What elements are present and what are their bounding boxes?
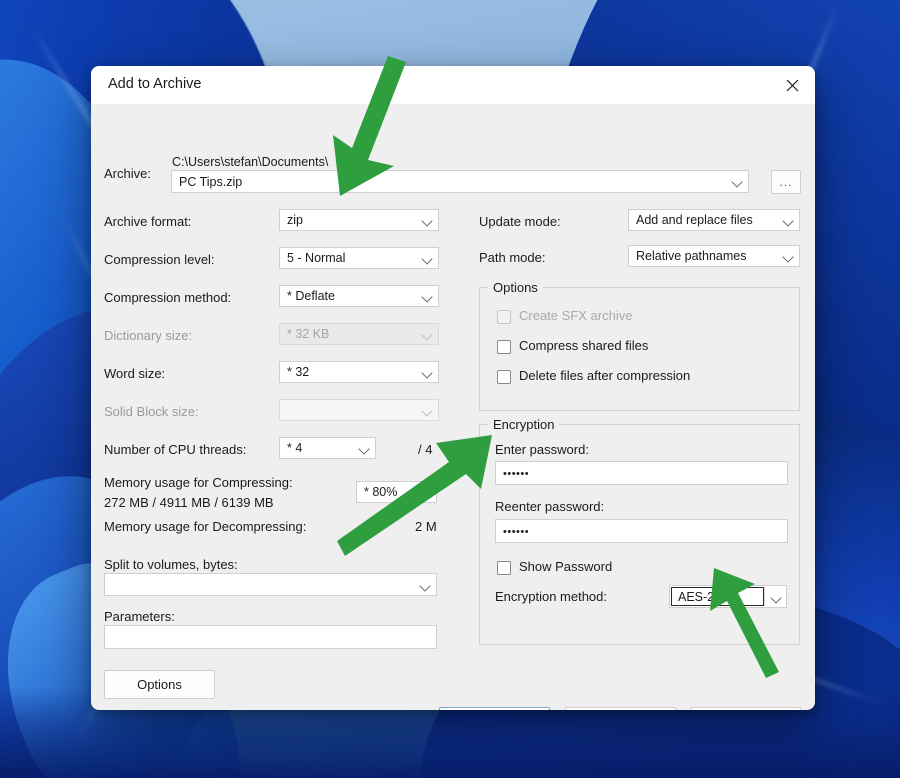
chevron-down-icon [782,215,793,226]
enter-password-value: •••••• [503,468,529,480]
solid-block-size-combo [279,399,439,421]
chevron-down-icon [421,329,432,340]
memory-decompress-label: Memory usage for Decompressing: [104,519,306,534]
compression-method-value: * Deflate [287,289,335,303]
show-password-checkbox[interactable] [497,561,511,575]
delete-after-checkbox[interactable] [497,370,511,384]
reenter-password-input[interactable]: •••••• [495,519,788,543]
chevron-down-icon [421,367,432,378]
dictionary-size-label: Dictionary size: [104,328,192,343]
cpu-threads-value: * 4 [287,441,302,455]
archive-label: Archive: [104,166,151,181]
ok-button[interactable]: OK [439,707,550,710]
cpu-threads-combo[interactable]: * 4 [279,437,376,459]
compress-shared-label: Compress shared files [519,338,648,353]
help-button[interactable]: Help [690,707,801,710]
encryption-method-label: Encryption method: [495,589,607,604]
options-button[interactable]: Options [104,670,215,699]
enter-password-label: Enter password: [495,442,589,457]
path-mode-combo[interactable]: Relative pathnames [628,245,800,267]
solid-block-size-label: Solid Block size: [104,404,199,419]
memory-percent-combo[interactable]: * 80% [356,481,437,503]
chevron-down-icon [421,405,432,416]
compression-level-combo[interactable]: 5 - Normal [279,247,439,269]
memory-compress-values: 272 MB / 4911 MB / 6139 MB [104,495,274,510]
cancel-button[interactable]: Cancel [565,707,676,710]
screenshot-root: Add to Archive Archive: C:\Users\stefan\… [0,0,900,778]
memory-percent-value: * 80% [364,485,397,499]
add-to-archive-dialog: Add to Archive Archive: C:\Users\stefan\… [91,66,815,710]
chevron-down-icon [731,176,742,187]
archive-filename-combo[interactable]: PC Tips.zip [171,170,749,193]
parameters-input[interactable] [104,625,437,649]
chevron-down-icon [421,291,432,302]
options-legend: Options [488,280,543,295]
archive-format-combo[interactable]: zip [279,209,439,231]
archive-filename-value: PC Tips.zip [179,175,242,189]
word-size-value: * 32 [287,365,309,379]
create-sfx-checkbox [497,310,511,324]
enter-password-input[interactable]: •••••• [495,461,788,485]
chevron-down-icon [358,443,369,454]
browse-button[interactable]: ... [771,170,801,194]
reenter-password-value: •••••• [503,526,529,538]
update-mode-value: Add and replace files [636,213,753,227]
compression-method-label: Compression method: [104,290,231,305]
delete-after-label: Delete files after compression [519,368,690,383]
dictionary-size-value: * 32 KB [287,327,329,341]
encryption-method-value: AES-256 [678,590,728,604]
parameters-label: Parameters: [104,609,175,624]
compress-shared-checkbox[interactable] [497,340,511,354]
chevron-down-icon [419,580,430,591]
encryption-legend: Encryption [488,417,559,432]
memory-decompress-value: 2 M [415,519,437,534]
word-size-combo[interactable]: * 32 [279,361,439,383]
dialog-body: Archive: C:\Users\stefan\Documents\ PC T… [91,104,815,710]
cpu-threads-total: / 4 [418,442,432,457]
chevron-down-icon [770,592,781,603]
dialog-title-bar: Add to Archive [91,66,815,104]
update-mode-combo[interactable]: Add and replace files [628,209,800,231]
dictionary-size-combo: * 32 KB [279,323,439,345]
dialog-title: Add to Archive [108,76,202,92]
archive-path-text: C:\Users\stefan\Documents\ [172,155,328,169]
compression-method-combo[interactable]: * Deflate [279,285,439,307]
memory-compress-label: Memory usage for Compressing: [104,475,293,490]
update-mode-label: Update mode: [479,214,561,229]
compression-level-value: 5 - Normal [287,251,345,265]
split-volumes-combo[interactable] [104,573,437,596]
encryption-method-combo[interactable]: AES-256 [669,585,787,608]
path-mode-value: Relative pathnames [636,249,746,263]
chevron-down-icon [419,487,430,498]
archive-format-label: Archive format: [104,214,191,229]
reenter-password-label: Reenter password: [495,499,604,514]
chevron-down-icon [421,215,432,226]
combo-divider [764,587,765,606]
close-icon[interactable] [769,66,815,104]
chevron-down-icon [782,251,793,262]
path-mode-label: Path mode: [479,250,546,265]
archive-format-value: zip [287,213,303,227]
word-size-label: Word size: [104,366,165,381]
compression-level-label: Compression level: [104,252,215,267]
split-volumes-label: Split to volumes, bytes: [104,557,238,572]
chevron-down-icon [421,253,432,264]
cpu-threads-label: Number of CPU threads: [104,442,246,457]
create-sfx-label: Create SFX archive [519,308,632,323]
show-password-label: Show Password [519,559,612,574]
